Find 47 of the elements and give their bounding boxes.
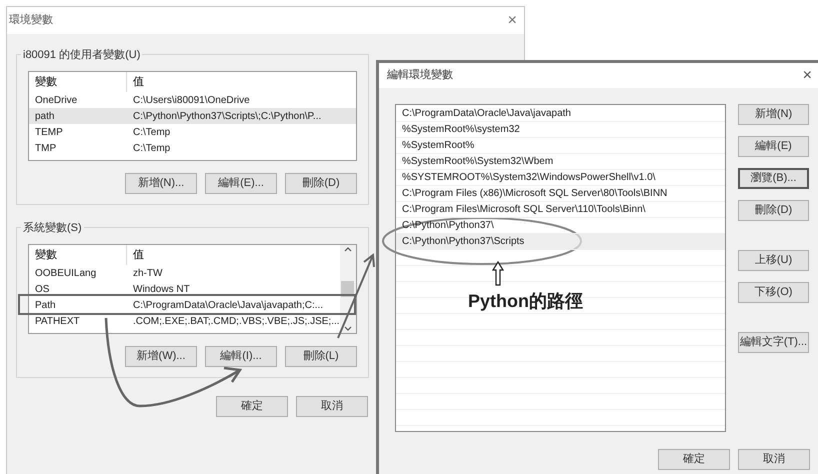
variable-row[interactable]: path C:\Python\Python37\Scripts\;C:\Python\P... [29, 108, 356, 124]
path-item[interactable]: C:\ProgramData\Oracle\Java\javapath [396, 106, 725, 122]
close-icon[interactable]: × [508, 8, 522, 32]
dialog-button[interactable]: 編輯文字(T)... [738, 332, 809, 353]
column-header: 變數 [29, 72, 127, 92]
window-title: 環境變數 [9, 12, 53, 28]
dialog-button[interactable]: 刪除(D) [738, 200, 809, 221]
column-header: 變數 [29, 245, 127, 265]
column-header: 值 [132, 74, 145, 90]
dialog-button[interactable]: 瀏覽(B)... [738, 168, 809, 189]
path-item[interactable]: C:\Python\Python37\Scripts [396, 234, 725, 250]
dialog-button[interactable]: 編輯(E)... [205, 173, 277, 194]
group-label: i80091 的使用者變數(U) [21, 47, 142, 64]
variable-row[interactable]: OOBEUILang zh-TW [29, 265, 340, 281]
dialog-button[interactable]: 新增(N)... [125, 173, 197, 194]
up-arrow-icon [492, 261, 504, 286]
path-item[interactable]: %SystemRoot%\system32 [396, 122, 725, 138]
dialog-button[interactable]: 下移(O) [738, 282, 809, 303]
variable-row[interactable]: PATHEXT .COM;.EXE;.BAT;.CMD;.VBS;.VBE;.JS;.JSE;... [29, 313, 340, 329]
path-item[interactable]: %SYSTEMROOT%\System32\WindowsPowerShell\v1.0\ [396, 170, 725, 186]
path-item[interactable]: C:\Program Files (x86)\Microsoft SQL Server\80\Tools\BINN [396, 186, 725, 202]
dialog-button[interactable]: 確定 [216, 396, 288, 417]
close-icon[interactable]: × [802, 64, 818, 88]
path-item[interactable]: C:\Program Files\Microsoft SQL Server\110\Tools\Binn\ [396, 202, 725, 218]
window-title: 編輯環境變數 [387, 68, 453, 84]
path-item[interactable]: %SystemRoot% [396, 138, 725, 154]
dialog-button[interactable]: 編輯(E) [738, 136, 809, 157]
variable-row[interactable]: TEMP C:\Temp [29, 124, 356, 140]
variable-row[interactable]: OS Windows NT [29, 281, 340, 297]
dialog-button[interactable]: 新增(W)... [125, 346, 197, 367]
dialog-button[interactable]: 上移(U) [738, 250, 809, 271]
dialog-button[interactable]: 取消 [738, 449, 810, 470]
scroll-down-icon[interactable] [344, 326, 352, 331]
variable-row[interactable]: TMP C:\Temp [29, 140, 356, 156]
dialog-button[interactable]: 刪除(D) [285, 173, 357, 194]
variable-row[interactable]: Path C:\ProgramData\Oracle\Java\javapath;C:... [29, 297, 340, 313]
dialog-button[interactable]: 新增(N) [738, 104, 809, 125]
dialog-button[interactable]: 編輯(I)... [205, 346, 277, 367]
path-item[interactable]: %SystemRoot%\System32\Wbem [396, 154, 725, 170]
column-header: 值 [132, 248, 145, 263]
dialog-button[interactable]: 確定 [658, 449, 730, 470]
annotation-text: Python的路徑 [468, 290, 583, 313]
group-label: 系統變數(S) [21, 220, 84, 236]
dialog-button[interactable]: 刪除(L) [285, 346, 357, 367]
scroll-up-icon[interactable] [344, 247, 352, 252]
variable-row[interactable]: OneDrive C:\Users\i80091\OneDrive [29, 92, 356, 108]
dialog-button[interactable]: 取消 [296, 396, 368, 417]
